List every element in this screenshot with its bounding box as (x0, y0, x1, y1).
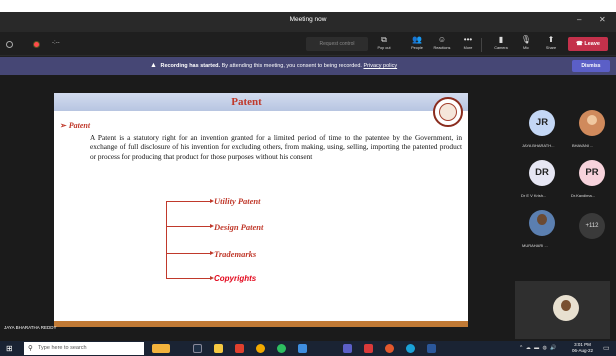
people-icon: 👥 (412, 35, 422, 44)
participant-avatar[interactable]: DR (529, 160, 555, 186)
branch-arrow (166, 251, 214, 255)
taskbar-clock[interactable]: 3:01 PM 06-Aug-22 (572, 342, 593, 354)
teams-icon[interactable] (343, 344, 352, 353)
logo-emblem (439, 103, 457, 121)
whatsapp-icon[interactable] (277, 344, 286, 353)
university-logo (433, 97, 463, 127)
participant-avatar[interactable]: JR (529, 110, 555, 136)
mic-label: Mic (523, 46, 529, 50)
more-participants-button[interactable]: +112 (579, 213, 605, 239)
privacy-policy-link[interactable]: Privacy policy (363, 63, 397, 69)
participant-name: Dr.Kavdima... (571, 193, 596, 198)
share-label: Share (545, 46, 557, 50)
patent-types-diagram (166, 188, 218, 288)
pop-out-icon: ⧉ (381, 35, 387, 44)
more-icon: ••• (463, 35, 473, 44)
self-video-tile (515, 281, 610, 339)
record-icon (33, 41, 40, 48)
participant-avatar[interactable]: PR (579, 160, 605, 186)
slide-title: Patent (231, 96, 262, 108)
camera-label: Camera (494, 46, 508, 50)
meeting-timer: -:-- (52, 40, 60, 46)
camera-icon: ▮ (498, 35, 504, 44)
file-explorer-icon[interactable] (214, 344, 223, 353)
recording-banner: ▲ Recording has started. By attending th… (0, 57, 616, 75)
reactions-icon: ☺ (437, 35, 447, 44)
app-icon[interactable] (364, 344, 373, 353)
leave-label: Leave (584, 41, 600, 47)
participant-name: JAYA BHARATH... (522, 143, 555, 148)
chrome-icon[interactable] (256, 344, 265, 353)
app-icon[interactable] (385, 344, 394, 353)
more-button[interactable]: ••• More (456, 35, 480, 55)
tree-trunk (166, 201, 167, 278)
leave-button[interactable]: ☎ Leave (568, 37, 608, 51)
slide-paragraph: A Patent is a statutory right for an inv… (90, 133, 462, 161)
notification-icon[interactable]: ▭ (603, 344, 610, 352)
close-icon[interactable]: ✕ (599, 15, 606, 24)
participant-name: MURAHARI ... (522, 243, 548, 248)
bullet-text: Patent (68, 121, 91, 130)
weather-widget-icon[interactable] (152, 344, 170, 353)
meeting-window: Meeting now – ✕ -:-- Request control ⧉ P… (0, 0, 616, 356)
mic-icon: 🎙 (520, 35, 532, 44)
window-title: Meeting now (289, 16, 327, 23)
recording-message: ▲ Recording has started. By attending th… (150, 62, 397, 69)
people-button[interactable]: 👥 People (405, 35, 429, 55)
participant-name: Dr E V Krish... (521, 193, 547, 198)
slide-footer-band (54, 321, 468, 327)
share-button[interactable]: ⬆ Share (539, 35, 563, 55)
patent-type-item: Copyrights (214, 274, 257, 283)
participant-avatar[interactable] (529, 210, 555, 236)
more-label: More (463, 46, 473, 50)
participant-name: BHAVANI ... (572, 143, 594, 148)
arrow-bullet-icon: ➢ (60, 121, 67, 130)
clock-date: 06-Aug-22 (572, 348, 594, 353)
self-avatar (553, 295, 579, 321)
reactions-button[interactable]: ☺ Reactions (430, 35, 454, 55)
system-tray-icons[interactable]: ^ ☁ ▬ ◍ 🔊 (520, 345, 558, 351)
toolbar-divider (481, 38, 482, 52)
pop-out-label: Pop out (377, 46, 391, 50)
mic-button[interactable]: 🎙 Mic (514, 35, 538, 55)
shield-icon (6, 41, 13, 48)
taskbar-search-input[interactable]: ⚲ Type here to search (24, 342, 144, 355)
meeting-toolbar: -:-- Request control ⧉ Pop out 👥 People … (0, 32, 616, 56)
shared-slide: Patent ➢ Patent A Patent is a statutory … (54, 93, 468, 327)
windows-start-icon[interactable]: ⊞ (6, 344, 13, 353)
search-icon: ⚲ (28, 345, 33, 352)
edge-icon[interactable] (406, 344, 415, 353)
recording-text: By attending this meeting, you consent t… (221, 63, 362, 69)
pop-out-button[interactable]: ⧉ Pop out (372, 35, 396, 55)
face-photo (561, 300, 571, 311)
slide-bullet: ➢ Patent (60, 121, 90, 130)
warning-icon: ▲ (150, 62, 157, 69)
top-strip (0, 0, 616, 12)
share-icon: ⬆ (547, 35, 555, 44)
title-bar: Meeting now – ✕ (0, 12, 616, 32)
branch-arrow (166, 224, 214, 228)
participant-avatar[interactable] (579, 110, 605, 136)
request-control-button[interactable]: Request control (306, 37, 368, 51)
recording-bold-text: Recording has started. (160, 63, 221, 69)
face-photo (587, 115, 597, 125)
word-icon[interactable] (427, 344, 436, 353)
branch-arrow (166, 276, 214, 280)
office-icon[interactable] (235, 344, 244, 353)
face-photo (537, 214, 547, 225)
people-label: People (411, 46, 423, 50)
branch-arrow (166, 199, 214, 203)
patent-type-item: Design Patent (214, 222, 264, 232)
patent-type-item: Utility Patent (214, 196, 261, 206)
minimize-icon[interactable]: – (577, 15, 581, 24)
store-icon[interactable] (298, 344, 307, 353)
camera-button[interactable]: ▮ Camera (489, 35, 513, 55)
patent-type-item: Trademarks (214, 249, 257, 259)
dismiss-button[interactable]: Dismiss (572, 60, 610, 72)
task-view-icon[interactable] (193, 344, 202, 353)
reactions-label: Reactions (433, 46, 451, 50)
windows-taskbar: ⊞ ⚲ Type here to search ^ ☁ ▬ ◍ 🔊 3:01 P… (0, 341, 616, 356)
search-placeholder: Type here to search (38, 345, 87, 351)
presenter-name: JAYA BHARATHA REDDY (4, 325, 57, 330)
